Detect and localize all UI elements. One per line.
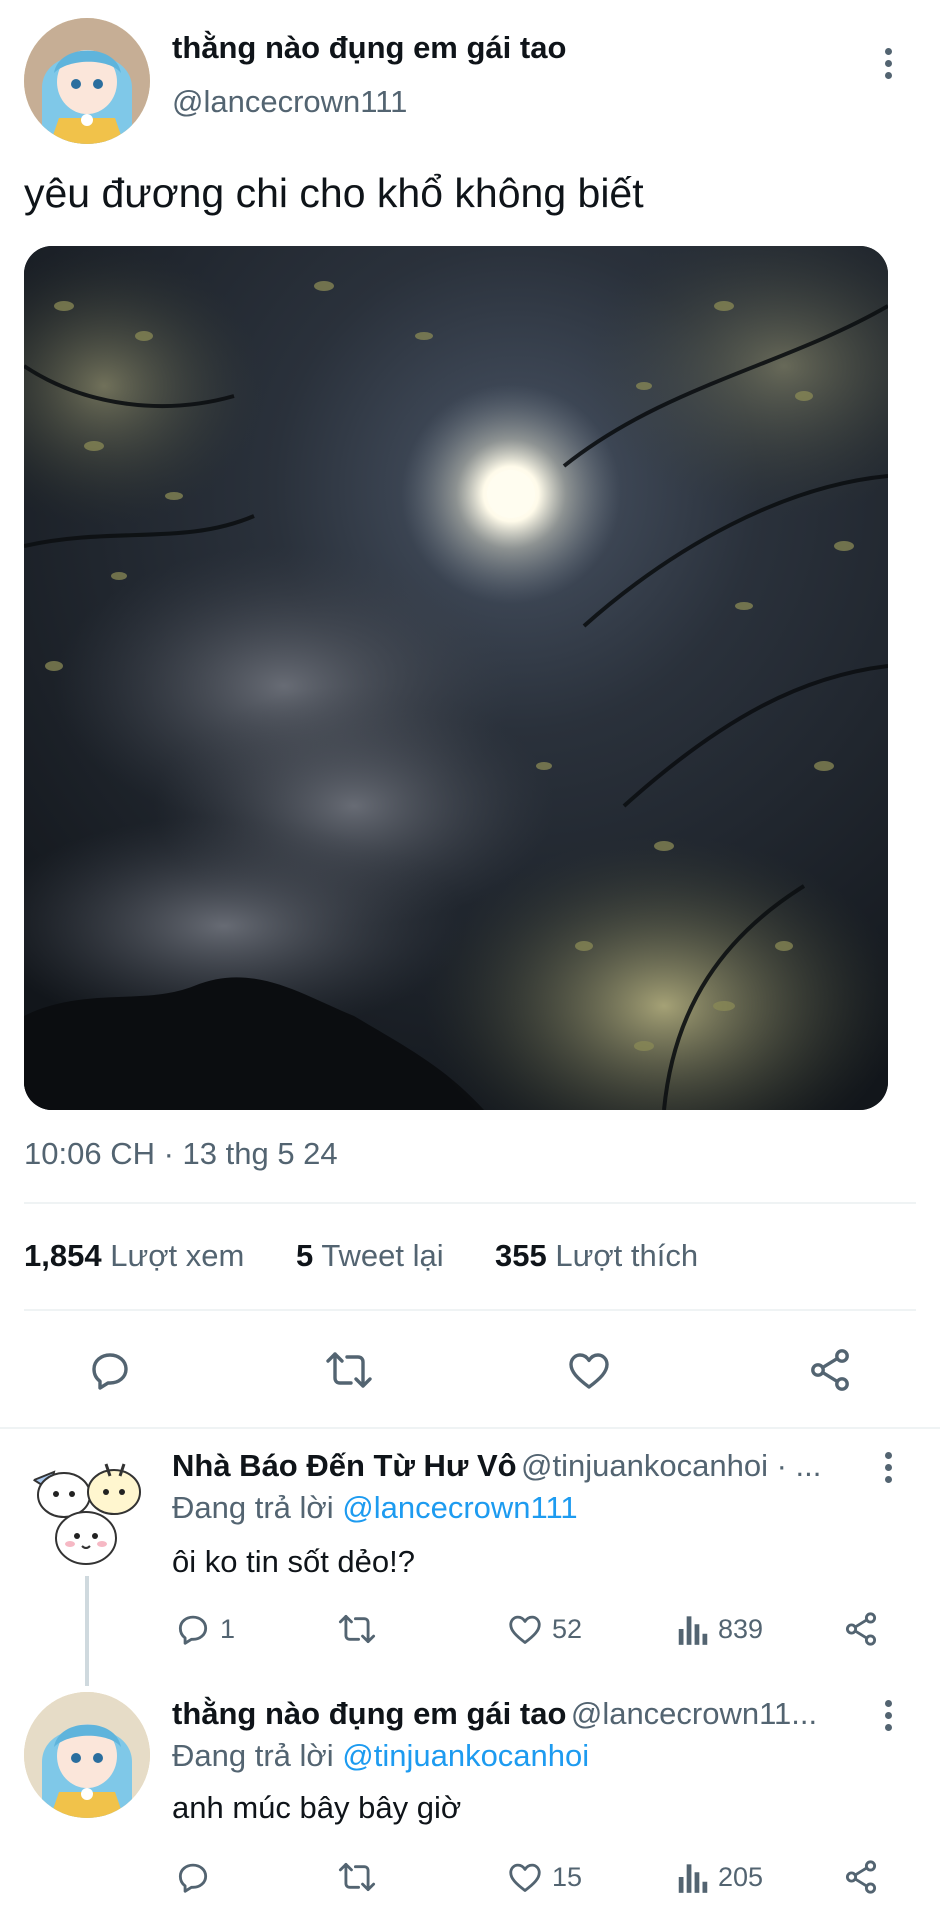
- tweet-stats: 1,854 Lượt xem: [24, 1238, 244, 1274]
- views-action[interactable]: 839: [676, 1610, 763, 1648]
- reply-icon: [178, 1615, 208, 1645]
- tweet-text: yêu đương chi cho khổ không biết: [24, 170, 644, 216]
- views-count: 1,854: [24, 1238, 102, 1273]
- like-icon: [509, 1615, 541, 1644]
- reply-display-name[interactable]: Nhà Báo Đến Từ Hư Vô: [172, 1448, 517, 1483]
- reply-text: anh múc bây bây giờ: [172, 1790, 462, 1825]
- retweet-action[interactable]: [336, 1610, 378, 1648]
- reply-icon[interactable]: [86, 1346, 134, 1394]
- like-action[interactable]: 52: [506, 1610, 582, 1648]
- views-action[interactable]: 205: [676, 1858, 763, 1896]
- replying-to-link[interactable]: @tinjuankocanhoi: [342, 1738, 589, 1773]
- likes-stat[interactable]: 355 Lượt thích: [495, 1238, 698, 1274]
- replying-to-link[interactable]: @lancecrown111: [342, 1490, 577, 1525]
- like-icon: [509, 1863, 541, 1892]
- views-stat[interactable]: 1,854 Lượt xem: [24, 1238, 244, 1273]
- like-action[interactable]: 15: [506, 1858, 582, 1896]
- reply-action[interactable]: [174, 1858, 220, 1896]
- divider: [24, 1202, 916, 1204]
- like-count: 15: [552, 1861, 583, 1892]
- reply-header: Nhà Báo Đến Từ Hư Vô @tinjuankocanhoi · …: [172, 1448, 852, 1484]
- reply-display-name[interactable]: thằng nào đụng em gái tao: [172, 1696, 566, 1731]
- reply-icon: [178, 1863, 208, 1893]
- like-count: 52: [552, 1613, 583, 1644]
- views-icon: [678, 1616, 708, 1645]
- retweet-action[interactable]: [336, 1858, 378, 1896]
- tweet-timestamp[interactable]: 10:06 CH · 13 thg 5 24: [24, 1136, 338, 1172]
- retweets-label: Tweet lại: [321, 1238, 444, 1273]
- reply-text: ôi ko tin sốt dẻo!?: [172, 1544, 415, 1579]
- reply-handle[interactable]: @lancecrown11...: [571, 1696, 817, 1731]
- reply-handle[interactable]: @tinjuankocanhoi · ...: [521, 1448, 821, 1483]
- reply-header: thằng nào đụng em gái tao @lancecrown11.…: [172, 1696, 862, 1732]
- retweets-count: 5: [296, 1238, 314, 1273]
- reply-count: 1: [220, 1613, 236, 1644]
- retweets-stat[interactable]: 5 Tweet lại: [296, 1238, 444, 1274]
- replying-to-line: Đang trả lời @lancecrown111: [172, 1490, 578, 1526]
- reply-avatar[interactable]: [24, 1692, 150, 1818]
- reply-avatar[interactable]: [24, 1450, 150, 1576]
- retweet-icon: [338, 1862, 376, 1892]
- divider: [24, 1309, 916, 1311]
- likes-count: 355: [495, 1238, 547, 1273]
- author-avatar[interactable]: [24, 18, 150, 144]
- views-label: Lượt xem: [110, 1238, 245, 1273]
- reply-action[interactable]: 1: [174, 1610, 235, 1648]
- tweet-image[interactable]: [24, 246, 888, 1110]
- kebab-menu-icon[interactable]: [882, 48, 894, 79]
- thread-line: [85, 1576, 89, 1686]
- like-icon[interactable]: [565, 1346, 613, 1394]
- views-icon: [678, 1864, 708, 1893]
- view-count: 839: [718, 1613, 764, 1644]
- kebab-menu-icon[interactable]: [882, 1452, 894, 1483]
- author-handle[interactable]: @lancecrown111: [172, 84, 407, 120]
- retweet-icon[interactable]: [323, 1346, 375, 1394]
- replying-prefix: Đang trả lời: [172, 1738, 334, 1773]
- replying-prefix: Đang trả lời: [172, 1490, 334, 1525]
- kebab-menu-icon[interactable]: [882, 1700, 894, 1731]
- share-icon[interactable]: [842, 1610, 880, 1653]
- likes-label: Lượt thích: [555, 1238, 699, 1273]
- view-count: 205: [718, 1861, 764, 1892]
- section-divider: [0, 1427, 940, 1429]
- share-icon[interactable]: [842, 1858, 880, 1901]
- author-display-name[interactable]: thằng nào đụng em gái tao: [172, 30, 566, 66]
- replying-to-line: Đang trả lời @tinjuankocanhoi: [172, 1738, 589, 1774]
- share-icon[interactable]: [806, 1346, 854, 1394]
- retweet-icon: [338, 1614, 376, 1644]
